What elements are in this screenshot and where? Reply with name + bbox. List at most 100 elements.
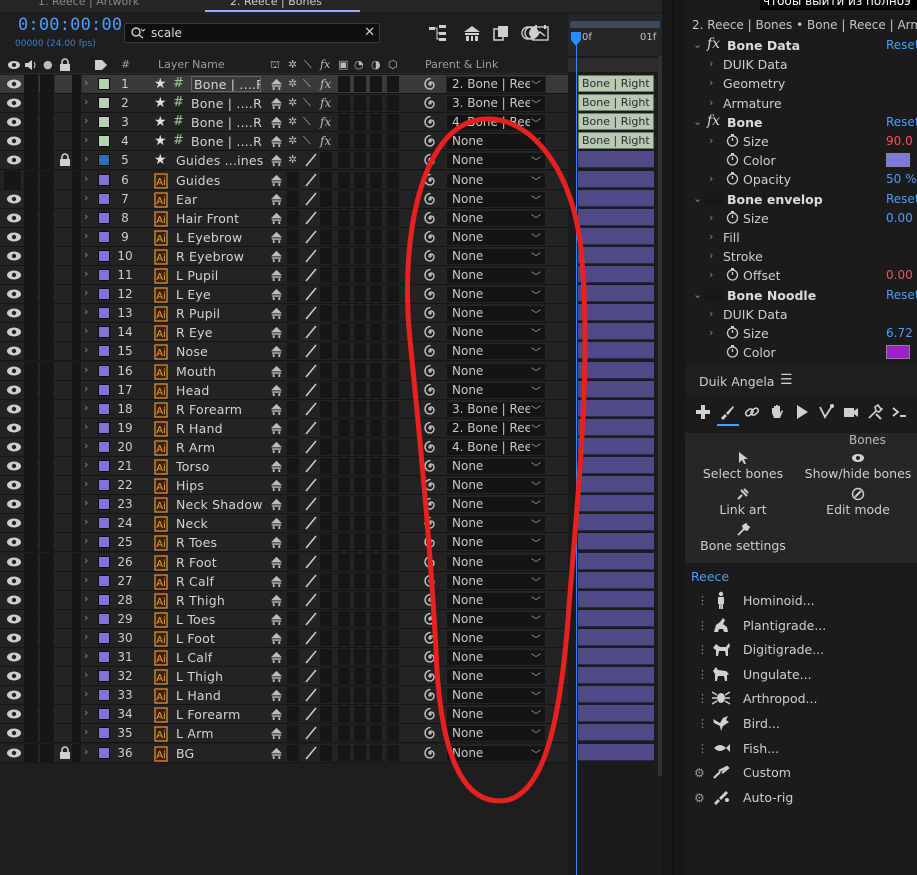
motion-blur-switch[interactable]: [354, 400, 366, 417]
time-ruler[interactable]: 0f 01f: [568, 14, 662, 56]
frame-blend-switch[interactable]: [338, 190, 350, 207]
audio-switch[interactable]: [24, 94, 39, 113]
shy-header-icon[interactable]: ⛫: [270, 58, 280, 73]
visibility-eye-icon[interactable]: [6, 575, 22, 587]
label-color-swatch[interactable]: [98, 727, 110, 740]
motion-blur-switch[interactable]: [354, 247, 366, 264]
expand-chevron-icon[interactable]: ›: [709, 230, 713, 243]
visibility-eye-icon[interactable]: [6, 97, 22, 109]
3d-switch[interactable]: [387, 228, 399, 245]
drag-handle-icon[interactable]: ⋮: [697, 643, 708, 656]
collapse-switch[interactable]: [287, 725, 299, 742]
collapse-switch[interactable]: [287, 687, 299, 704]
motion-blur-switch[interactable]: [354, 171, 366, 188]
frame-blend-switch[interactable]: [338, 515, 350, 532]
expand-chevron-icon[interactable]: ›: [709, 249, 713, 262]
effects-header-icon[interactable]: fx: [320, 58, 330, 71]
collapse-switch[interactable]: [287, 362, 299, 379]
expand-chevron-icon[interactable]: ›: [84, 554, 88, 572]
label-color-swatch[interactable]: [98, 173, 110, 186]
motion-blur-switch[interactable]: [354, 76, 366, 92]
audio-switch[interactable]: [24, 208, 39, 227]
shy-switch-icon[interactable]: [270, 535, 283, 553]
reset-link[interactable]: Reset: [886, 38, 917, 52]
label-color-swatch[interactable]: [98, 192, 110, 205]
visibility-eye-icon[interactable]: [6, 154, 22, 166]
link-icon[interactable]: [744, 404, 760, 420]
current-time-display[interactable]: 0:00:00:00: [18, 15, 122, 35]
frame-blend-switch[interactable]: [338, 438, 350, 455]
motion-blur-switch[interactable]: [354, 343, 366, 360]
expand-chevron-icon[interactable]: ›: [84, 496, 88, 514]
solo-switch[interactable]: [40, 437, 55, 456]
layer-duration-bar[interactable]: [578, 609, 654, 627]
select-bones-button[interactable]: Select bones: [688, 451, 798, 481]
audio-switch[interactable]: [24, 590, 39, 609]
layer-duration-bar[interactable]: [578, 686, 654, 704]
frame-blend-switch[interactable]: [338, 381, 350, 398]
collapse-switch[interactable]: [287, 400, 299, 417]
effects-switch[interactable]: [320, 305, 332, 322]
stopwatch-icon[interactable]: [726, 326, 739, 339]
audio-switch[interactable]: [24, 266, 39, 284]
timeline-nav-bar[interactable]: [568, 58, 662, 72]
layer-name[interactable]: Torso: [176, 459, 209, 477]
parent-dropdown[interactable]: None ﹀: [446, 152, 546, 170]
stopwatch-icon[interactable]: [726, 210, 739, 224]
motion-blur-switch[interactable]: [354, 324, 366, 341]
lock-icon[interactable]: [59, 745, 71, 760]
layer-row[interactable]: › 3 ★ # Bone | ....R ✲ ⟍ fx 4. Bone | Reece﹀: [0, 113, 570, 133]
quality-switch-icon[interactable]: [304, 534, 318, 550]
shy-switch-icon[interactable]: [270, 555, 283, 573]
pick-whip-icon[interactable]: [423, 325, 437, 339]
quality-switch-icon[interactable]: [304, 343, 318, 359]
layer-duration-bar[interactable]: Bone | Right | F: [578, 113, 667, 131]
quality-switch-icon[interactable]: [304, 439, 318, 455]
solo-switch[interactable]: [40, 648, 55, 666]
collapse-switch[interactable]: [287, 744, 299, 761]
label-color-swatch[interactable]: [98, 421, 110, 434]
effects-switch[interactable]: [320, 458, 332, 474]
pick-whip-icon[interactable]: [423, 535, 437, 549]
audio-switch[interactable]: [24, 609, 39, 628]
frame-blend-switch[interactable]: [338, 553, 350, 570]
drag-handle-icon[interactable]: ⋮: [697, 668, 708, 681]
rig-template-item[interactable]: ⋮ Ungulate...: [685, 663, 917, 687]
play-icon[interactable]: [794, 404, 810, 420]
layer-name[interactable]: R Foot: [176, 555, 217, 573]
label-color-swatch[interactable]: [98, 307, 110, 320]
solo-switch[interactable]: [40, 380, 55, 399]
motion-blur-switch[interactable]: [354, 114, 366, 131]
expand-chevron-icon[interactable]: ›: [709, 211, 713, 224]
bone-brush-icon[interactable]: [719, 404, 735, 420]
quality-switch-icon[interactable]: [304, 573, 318, 589]
layer-duration-bar[interactable]: [578, 323, 654, 341]
solo-switch[interactable]: [40, 170, 55, 189]
motion-blur-switch[interactable]: [354, 477, 366, 494]
frame-blend-switch[interactable]: [338, 324, 350, 341]
collapse-switch[interactable]: [287, 324, 299, 341]
label-color-swatch[interactable]: [98, 269, 110, 281]
layer-row[interactable]: › 22 Ai Hips None ﹀: [0, 476, 570, 496]
frame-blend-switch[interactable]: [338, 95, 350, 112]
effect-row[interactable]: › Size 6.72: [685, 324, 917, 343]
frame-blend-switch[interactable]: [338, 152, 350, 169]
quality-switch-icon[interactable]: [304, 592, 318, 608]
expand-chevron-icon[interactable]: ›: [84, 363, 88, 381]
motion-blur-switch[interactable]: [354, 458, 366, 474]
label-color-swatch[interactable]: [98, 154, 110, 167]
layer-duration-bar[interactable]: [578, 227, 654, 245]
adjustment-switch[interactable]: [370, 706, 382, 723]
expand-chevron-icon[interactable]: ⌄: [693, 38, 702, 51]
expand-chevron-icon[interactable]: ›: [84, 172, 88, 190]
parent-dropdown[interactable]: None ﹀: [446, 706, 546, 724]
effect-row[interactable]: ⌄ Bone Noodle Reset: [685, 286, 917, 305]
3d-switch[interactable]: [387, 286, 399, 303]
quality-switch-icon[interactable]: [304, 363, 318, 379]
motion-blur-switch[interactable]: [354, 553, 366, 570]
audio-switch[interactable]: [24, 476, 39, 495]
visibility-eye-icon[interactable]: [6, 193, 22, 205]
expand-chevron-icon[interactable]: ›: [709, 76, 713, 89]
label-color-swatch[interactable]: [98, 345, 110, 358]
layer-duration-bar[interactable]: [578, 170, 654, 188]
